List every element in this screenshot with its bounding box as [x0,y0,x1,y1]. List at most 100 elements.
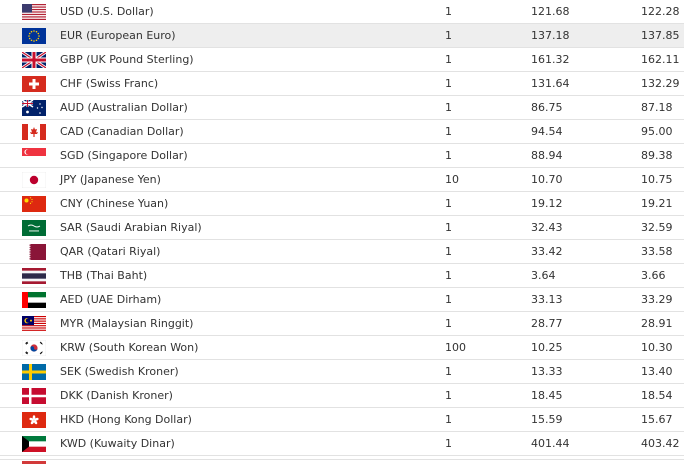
swiss-flag-icon [22,76,46,92]
unit-value: 1 [445,413,452,426]
table-row: HKD (Hong Kong Dollar) 1 15.59 15.67 [0,408,684,432]
eu-flag-icon [22,28,46,44]
unit-value: 1 [445,125,452,138]
selling-rate: 89.38 [641,149,673,162]
selling-rate: 32.59 [641,221,673,234]
currency-name: GBP (UK Pound Sterling) [60,53,194,66]
selling-rate: 18.54 [641,389,673,402]
buying-rate: 33.42 [531,245,563,258]
exchange-rate-table: USD (U.S. Dollar) 1 121.68 122.28 EUR (E… [0,0,684,456]
buying-rate: 137.18 [531,29,570,42]
selling-rate: 13.40 [641,365,673,378]
selling-rate: 10.75 [641,173,673,186]
selling-rate: 10.30 [641,341,673,354]
qatar-flag-icon [22,244,46,260]
buying-rate: 401.44 [531,437,570,450]
currency-name: USD (U.S. Dollar) [60,5,154,18]
currency-name: MYR (Malaysian Ringgit) [60,317,194,330]
thailand-flag-icon [22,268,46,284]
unit-value: 1 [445,77,452,90]
currency-name: HKD (Hong Kong Dollar) [60,413,192,426]
unit-value: 1 [445,365,452,378]
table-row: SGD (Singapore Dollar) 1 88.94 89.38 [0,144,684,168]
malaysia-flag-icon [22,316,46,332]
currency-name: EUR (European Euro) [60,29,176,42]
japan-flag-icon [22,172,46,188]
currency-name: SAR (Saudi Arabian Riyal) [60,221,202,234]
currency-name: KWD (Kuwaity Dinar) [60,437,175,450]
currency-name: DKK (Danish Kroner) [60,389,173,402]
currency-name: CAD (Canadian Dollar) [60,125,184,138]
buying-rate: 88.94 [531,149,563,162]
table-row: KWD (Kuwaity Dinar) 1 401.44 403.42 [0,432,684,456]
selling-rate: 3.66 [641,269,666,282]
selling-rate: 15.67 [641,413,673,426]
currency-name: JPY (Japanese Yen) [60,173,161,186]
buying-rate: 33.13 [531,293,563,306]
selling-rate: 122.28 [641,5,680,18]
table-row: SEK (Swedish Kroner) 1 13.33 13.40 [0,360,684,384]
buying-rate: 94.54 [531,125,563,138]
buying-rate: 32.43 [531,221,563,234]
table-row: USD (U.S. Dollar) 1 121.68 122.28 [0,0,684,24]
unit-value: 10 [445,173,459,186]
table-row: JPY (Japanese Yen) 10 10.70 10.75 [0,168,684,192]
unit-value: 1 [445,29,452,42]
selling-rate: 137.85 [641,29,680,42]
table-row: KRW (South Korean Won) 100 10.25 10.30 [0,336,684,360]
selling-rate: 33.58 [641,245,673,258]
unit-value: 1 [445,269,452,282]
currency-name: THB (Thai Baht) [60,269,148,282]
table-row: EUR (European Euro) 1 137.18 137.85 [0,24,684,48]
unit-value: 1 [445,53,452,66]
uae-flag-icon [22,292,46,308]
table-row: SAR (Saudi Arabian Riyal) 1 32.43 32.59 [0,216,684,240]
australia-flag-icon [22,100,46,116]
buying-rate: 10.70 [531,173,563,186]
currency-name: SEK (Swedish Kroner) [60,365,179,378]
saudi-flag-icon [22,220,46,236]
buying-rate: 131.64 [531,77,570,90]
partial-next-row [0,459,684,464]
unit-value: 1 [445,317,452,330]
unit-value: 1 [445,293,452,306]
selling-rate: 95.00 [641,125,673,138]
unit-value: 1 [445,221,452,234]
selling-rate: 403.42 [641,437,680,450]
unit-value: 1 [445,5,452,18]
table-row: CAD (Canadian Dollar) 1 94.54 95.00 [0,120,684,144]
buying-rate: 86.75 [531,101,563,114]
table-row: QAR (Qatari Riyal) 1 33.42 33.58 [0,240,684,264]
currency-name: CHF (Swiss Franc) [60,77,159,90]
unit-value: 1 [445,197,452,210]
unit-value: 100 [445,341,466,354]
buying-rate: 19.12 [531,197,563,210]
currency-name: SGD (Singapore Dollar) [60,149,188,162]
currency-name: AED (UAE Dirham) [60,293,162,306]
currency-name: QAR (Qatari Riyal) [60,245,161,258]
buying-rate: 121.68 [531,5,570,18]
currency-name: KRW (South Korean Won) [60,341,199,354]
unit-value: 1 [445,101,452,114]
hong-kong-flag-icon [22,412,46,428]
singapore-flag-icon [22,148,46,164]
unit-value: 1 [445,149,452,162]
unit-value: 1 [445,437,452,450]
uk-flag-icon [22,52,46,68]
selling-rate: 87.18 [641,101,673,114]
table-row: MYR (Malaysian Ringgit) 1 28.77 28.91 [0,312,684,336]
table-row: AED (UAE Dirham) 1 33.13 33.29 [0,288,684,312]
unit-value: 1 [445,389,452,402]
table-row: THB (Thai Baht) 1 3.64 3.66 [0,264,684,288]
selling-rate: 28.91 [641,317,673,330]
table-row: GBP (UK Pound Sterling) 1 161.32 162.11 [0,48,684,72]
south-korea-flag-icon [22,340,46,356]
canada-flag-icon [22,124,46,140]
kuwait-flag-icon [22,436,46,452]
china-flag-icon [22,196,46,212]
buying-rate: 13.33 [531,365,563,378]
selling-rate: 19.21 [641,197,673,210]
buying-rate: 3.64 [531,269,556,282]
table-row: DKK (Danish Kroner) 1 18.45 18.54 [0,384,684,408]
sweden-flag-icon [22,364,46,380]
